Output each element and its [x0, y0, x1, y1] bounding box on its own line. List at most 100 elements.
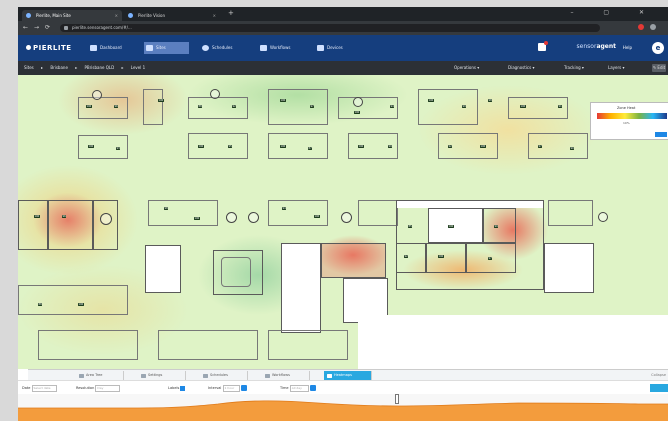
breadcrumb-city[interactable]: Brisbane: [50, 65, 68, 70]
tab-schedules[interactable]: Schedules: [200, 371, 248, 380]
sensor-pin[interactable]: 100: [428, 99, 434, 102]
apply-button[interactable]: [650, 384, 668, 392]
profile-icon[interactable]: [650, 24, 656, 30]
floor-plan-heatmap[interactable]: 100 96 100 88 92 100 97 100 94 100 99 98 100 91 100 93 1…: [18, 75, 668, 369]
menu-tracking[interactable]: Tracking: [564, 61, 584, 75]
close-tab-icon[interactable]: ×: [115, 10, 118, 21]
occupancy-timeline[interactable]: [18, 394, 668, 421]
breadcrumb-level[interactable]: Level 1: [131, 65, 145, 70]
nav-schedules[interactable]: Schedules: [200, 42, 236, 54]
sensor-pin[interactable]: 98: [488, 99, 493, 102]
sensor-pin[interactable]: 99: [494, 225, 499, 228]
date-input[interactable]: Select date: [31, 384, 57, 392]
url-input[interactable]: pierlite.sensoragent.com/#/...: [60, 24, 600, 32]
workflow-icon: [260, 45, 267, 51]
sensor-pin[interactable]: 99: [462, 105, 467, 108]
sensor-pin[interactable]: 100: [88, 145, 94, 148]
sensor-pin[interactable]: 100: [520, 105, 526, 108]
browser-tab[interactable]: Pierlite Vision ×: [124, 10, 220, 21]
sensor-pin[interactable]: 100: [34, 215, 40, 218]
extension-icon[interactable]: [638, 24, 644, 30]
breadcrumb-building[interactable]: PBrisbane QLD: [85, 65, 115, 70]
notification-icon[interactable]: [538, 41, 548, 51]
sensor-pin[interactable]: 100: [86, 105, 92, 108]
sensor-pin[interactable]: 100: [354, 111, 360, 114]
sensor-pin[interactable]: 96: [62, 215, 67, 218]
sensor-pin[interactable]: 97: [488, 257, 493, 260]
nav-devices[interactable]: Devices: [315, 42, 347, 54]
time-button[interactable]: [309, 385, 316, 391]
sensor-pin[interactable]: 100: [78, 303, 84, 306]
timeline-slider-handle[interactable]: [395, 394, 399, 404]
back-button[interactable]: ←: [23, 24, 28, 31]
sensor-pin[interactable]: 97: [310, 105, 315, 108]
account-avatar[interactable]: e: [652, 42, 664, 54]
legend-apply-button[interactable]: [655, 132, 667, 137]
tab-area-tree[interactable]: Area Tree: [76, 371, 124, 380]
sensor-pin[interactable]: 92: [404, 255, 409, 258]
date-label: Date: [22, 386, 31, 390]
sensor-pin[interactable]: 87: [308, 147, 313, 150]
menu-operations[interactable]: Operations: [454, 61, 479, 75]
round-table: [210, 89, 220, 99]
sensor-pin[interactable]: 100: [280, 99, 286, 102]
desk-cluster: [418, 89, 478, 125]
tab-settings[interactable]: Settings: [138, 371, 186, 380]
meeting-room: [483, 208, 516, 243]
sensor-pin[interactable]: 98: [164, 207, 169, 210]
menu-diagnostics[interactable]: Diagnostics: [508, 61, 535, 75]
sensor-pin[interactable]: 88: [198, 105, 203, 108]
help-link[interactable]: Help: [623, 45, 632, 50]
sub-navigation: Sites ▸ Brisbane ▸ PBrisbane QLD ▸ Level…: [18, 61, 668, 75]
browser-tab-active[interactable]: Pierlite, Main Site ×: [22, 10, 122, 21]
sensor-pin[interactable]: 100: [358, 145, 364, 148]
sensor-pin[interactable]: 91: [558, 105, 563, 108]
tab-label: Settings: [148, 373, 163, 377]
sensor-pin[interactable]: 100: [280, 145, 286, 148]
sensor-pin[interactable]: 93: [116, 147, 121, 150]
sensor-pin[interactable]: 100: [314, 215, 320, 218]
time-select[interactable]: All day: [289, 384, 309, 392]
sensor-pin[interactable]: 100: [198, 145, 204, 148]
sensor-pin[interactable]: 94: [282, 207, 287, 210]
sensor-pin[interactable]: 92: [448, 145, 453, 148]
tab-heatmaps[interactable]: Heatmaps: [324, 371, 372, 380]
sensor-pin[interactable]: 100: [194, 217, 200, 220]
collapse-button[interactable]: Collapse: [651, 371, 666, 380]
nav-workflows[interactable]: Workflows: [258, 42, 294, 54]
menu-layers[interactable]: Layers: [608, 61, 625, 75]
sensor-pin[interactable]: 100: [158, 99, 164, 102]
sensor-pin[interactable]: 90: [570, 147, 575, 150]
resolution-select[interactable]: Day: [95, 384, 121, 392]
close-tab-icon[interactable]: ×: [213, 10, 216, 21]
reload-button[interactable]: ⟳: [45, 24, 50, 31]
workflow-icon: [265, 373, 270, 378]
window-controls[interactable]: – ▢ ✕: [570, 9, 658, 16]
interval-button[interactable]: [240, 385, 247, 391]
sensor-pin[interactable]: 100: [448, 225, 454, 228]
sensor-pin[interactable]: 85: [408, 225, 413, 228]
edit-button[interactable]: ✎ Edit: [652, 64, 666, 72]
sensor-pin[interactable]: 92: [232, 105, 237, 108]
interval-select[interactable]: 1 hour: [222, 384, 240, 392]
tab-title: Pierlite Vision: [138, 13, 166, 18]
sensor-pin[interactable]: 96: [114, 105, 119, 108]
nav-label: Dashboard: [100, 45, 122, 50]
sensor-pin[interactable]: 88: [38, 303, 43, 306]
dashboard-icon: [90, 45, 97, 51]
sensor-pin[interactable]: 100: [438, 255, 444, 258]
nav-sites[interactable]: Sites: [144, 42, 189, 54]
sensor-pin[interactable]: 100: [480, 145, 486, 148]
labels-checkbox[interactable]: [180, 385, 186, 391]
sensor-pin[interactable]: 97: [538, 145, 543, 148]
breadcrumb-sites[interactable]: Sites: [24, 65, 34, 70]
forward-button[interactable]: →: [34, 24, 39, 31]
tab-workflows[interactable]: Workflows: [262, 371, 310, 380]
sensor-pin[interactable]: 99: [388, 145, 393, 148]
app-logo[interactable]: PIERLITE: [26, 44, 72, 52]
sensor-pin[interactable]: 94: [390, 105, 395, 108]
heatmap-controls: Date Select date Resolution Day Labels I…: [18, 380, 668, 395]
nav-dashboard[interactable]: Dashboard: [88, 42, 126, 54]
new-tab-button[interactable]: +: [228, 9, 234, 17]
sensor-pin[interactable]: 95: [228, 145, 233, 148]
